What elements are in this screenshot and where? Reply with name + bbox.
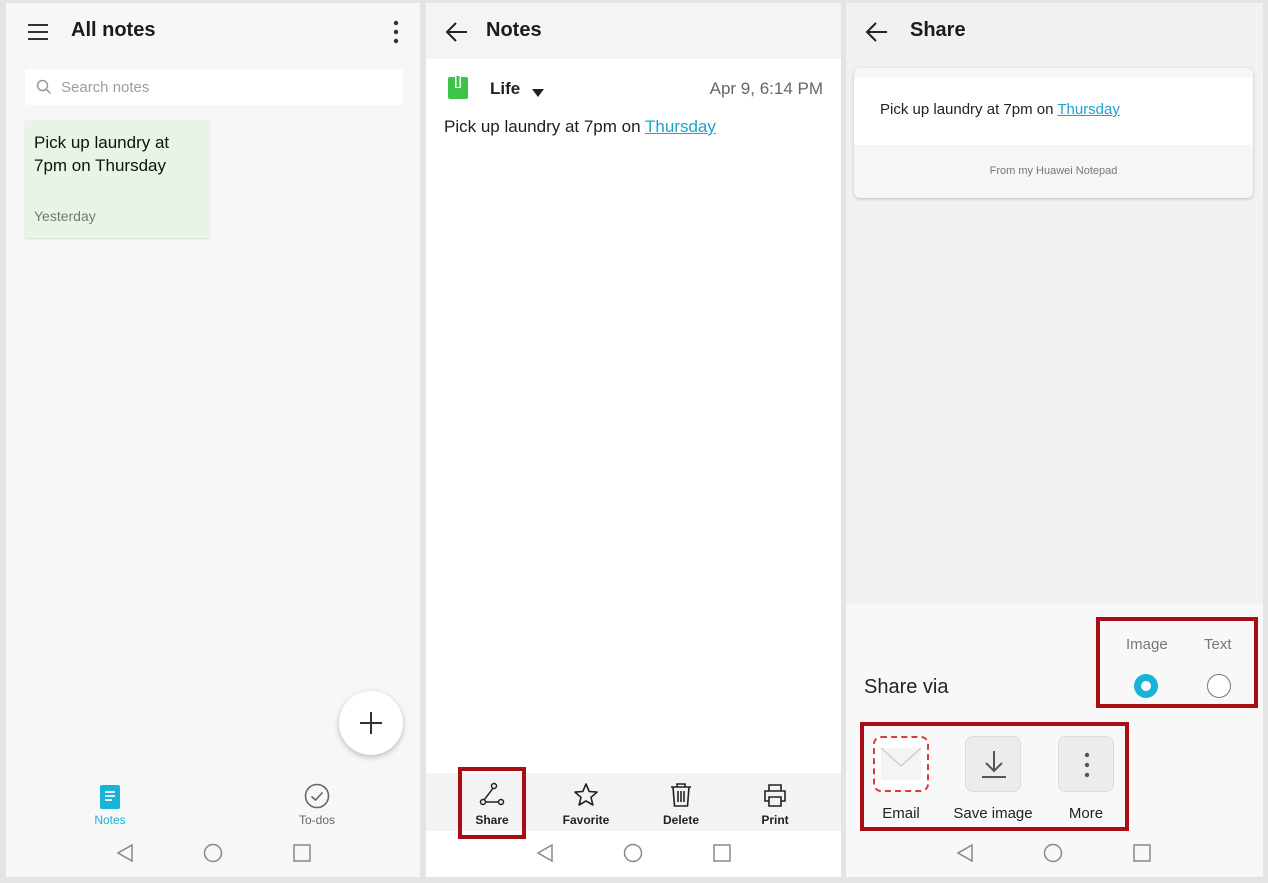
note-card-date: Yesterday	[34, 208, 96, 224]
all-notes-screen: All notes Search notes Pick up laundry a…	[6, 3, 420, 877]
page-title: Notes	[486, 19, 542, 41]
system-nav-bar	[846, 831, 1263, 877]
home-nav-icon[interactable]	[623, 843, 643, 868]
note-detail-screen: Notes Life Apr 9, 6:14 PM Pick up laundr…	[426, 3, 841, 877]
share-highlight-box	[458, 767, 526, 839]
recents-nav-icon[interactable]	[712, 843, 732, 868]
back-nav-icon[interactable]	[535, 843, 555, 868]
note-icon	[99, 784, 121, 815]
tab-todos-label: To-dos	[298, 813, 336, 827]
app-bar: All notes	[6, 3, 420, 59]
category-label[interactable]: Life	[490, 79, 520, 99]
search-icon	[36, 79, 52, 100]
delete-button[interactable]: Delete	[641, 773, 721, 831]
note-body-text: Pick up laundry at 7pm on	[444, 117, 645, 136]
preview-text-body: Pick up laundry at 7pm on	[880, 101, 1058, 118]
favorite-button[interactable]: Favorite	[546, 773, 626, 831]
format-highlight-box	[1096, 617, 1258, 708]
check-circle-icon	[304, 783, 330, 814]
recents-nav-icon[interactable]	[1132, 843, 1152, 868]
targets-highlight-box	[860, 722, 1129, 831]
note-meta-row: Life Apr 9, 6:14 PM	[426, 63, 841, 113]
printer-icon	[764, 784, 786, 807]
note-card-text: Pick up laundry at 7pm on Thursday	[34, 133, 170, 175]
home-nav-icon[interactable]	[203, 843, 223, 868]
tab-notes[interactable]: Notes	[70, 781, 150, 831]
star-icon	[574, 783, 598, 806]
notebook-icon	[447, 76, 469, 105]
page-title: All notes	[71, 19, 156, 41]
app-bar: Notes	[426, 3, 841, 59]
trash-icon	[671, 783, 691, 807]
note-card[interactable]: Pick up laundry at 7pm on Thursday Yeste…	[25, 120, 209, 238]
back-arrow-icon[interactable]	[444, 19, 470, 45]
back-arrow-icon[interactable]	[864, 19, 890, 45]
tab-todos[interactable]: To-dos	[277, 781, 357, 831]
search-placeholder: Search notes	[61, 79, 150, 96]
recents-nav-icon[interactable]	[292, 843, 312, 868]
tab-notes-label: Notes	[94, 813, 126, 827]
screenshot-frame: All notes Search notes Pick up laundry a…	[0, 0, 1268, 883]
date-link[interactable]: Thursday	[645, 117, 716, 136]
back-nav-icon[interactable]	[955, 843, 975, 868]
category-dropdown-icon[interactable]	[532, 84, 544, 102]
share-via-label: Share via	[864, 676, 949, 698]
menu-icon[interactable]	[26, 21, 50, 43]
add-note-button[interactable]	[339, 691, 403, 755]
back-nav-icon[interactable]	[115, 843, 135, 868]
system-nav-bar	[6, 831, 420, 877]
note-body[interactable]: Pick up laundry at 7pm on Thursday	[444, 117, 716, 137]
search-input[interactable]: Search notes	[25, 69, 403, 105]
print-label: Print	[761, 813, 789, 827]
delete-label: Delete	[662, 813, 700, 827]
preview-footer: From my Huawei Notepad	[989, 165, 1118, 177]
preview-date-link: Thursday	[1057, 101, 1120, 118]
preview-text: Pick up laundry at 7pm on Thursday	[880, 101, 1120, 118]
note-timestamp: Apr 9, 6:14 PM	[709, 79, 823, 98]
share-preview-card: Pick up laundry at 7pm on Thursday From …	[854, 68, 1253, 198]
page-title: Share	[910, 19, 966, 41]
favorite-label: Favorite	[562, 813, 610, 827]
share-screen: Share Pick up laundry at 7pm on Thursday…	[846, 3, 1263, 877]
print-button[interactable]: Print	[735, 773, 815, 831]
app-bar: Share	[846, 3, 1263, 59]
plus-icon	[360, 712, 382, 734]
system-nav-bar	[426, 831, 841, 877]
overflow-menu-icon[interactable]	[386, 19, 406, 45]
home-nav-icon[interactable]	[1043, 843, 1063, 868]
